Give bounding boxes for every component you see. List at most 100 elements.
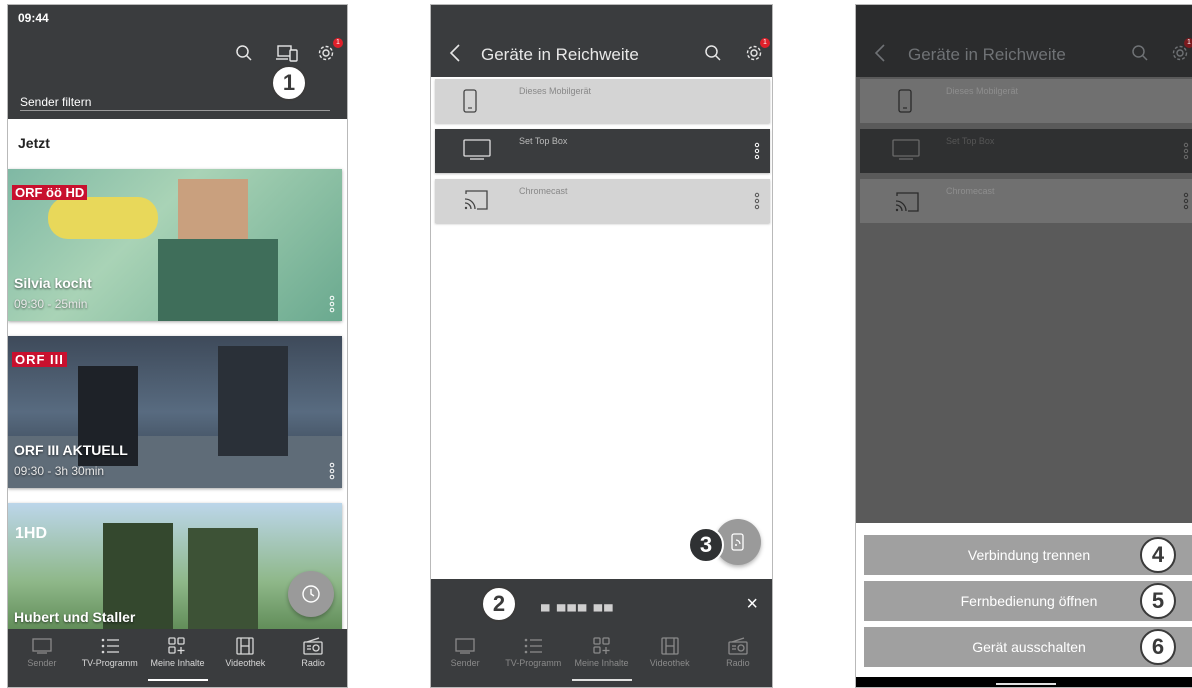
cast-icon (895, 192, 919, 212)
device-name: Dieses Mobilgerät (946, 86, 1019, 96)
close-icon[interactable]: × (746, 593, 758, 616)
channel-logo: ORF III (12, 352, 67, 367)
devices-icon[interactable] (276, 43, 298, 63)
nav-item-sender[interactable]: Sender (8, 629, 76, 687)
phone-screen-devices: Geräte in Reichweite 1 Dieses Mobilgerät… (430, 4, 773, 688)
notification-badge: 1 (1184, 38, 1192, 48)
presenter-figure (158, 239, 278, 321)
nav-label: Meine Inhalte (574, 658, 629, 668)
more-options-icon (1183, 192, 1189, 210)
nav-item-sender[interactable]: Sender (431, 629, 499, 687)
callout-marker: 3 (688, 527, 724, 563)
home-indicator (572, 679, 632, 681)
device-row-chromecast: Chromecast (860, 179, 1192, 223)
phone-icon (898, 89, 912, 113)
connected-device-bar[interactable]: 2 ▄ ▄▄▄ ▄▄ × (431, 579, 772, 629)
nav-label: Sender (27, 658, 57, 668)
remote-cast-icon (731, 533, 744, 551)
tv-icon (32, 638, 52, 654)
nav-label: TV-Programm (505, 658, 562, 668)
tv-icon (463, 139, 491, 160)
program-title: Hubert und Staller (14, 609, 136, 625)
show-logo-graphic (48, 197, 158, 239)
top-app-bar: 09:44 1 1 (8, 5, 347, 119)
tv-icon (892, 139, 920, 160)
nav-item-tv-programm[interactable]: TV-Programm (76, 629, 144, 687)
action-label: Gerät ausschalten (972, 639, 1086, 655)
program-time: 09:30 - 25min (14, 297, 88, 311)
grid-plus-icon (168, 637, 186, 654)
page-title: Geräte in Reichweite (908, 45, 1066, 64)
cast-icon (464, 190, 488, 210)
home-indicator (148, 679, 208, 681)
nav-label: Videothek (225, 658, 266, 668)
action-bottom-sheet: Verbindung trennen 4 Fernbedienung öffne… (856, 523, 1192, 687)
more-options-icon[interactable] (754, 142, 760, 160)
program-card[interactable]: ORF III ORF III AKTUELL 09:30 - 3h 30min (8, 336, 342, 488)
action-label: Fernbedienung öffnen (960, 593, 1098, 609)
callout-marker: 1 (271, 65, 307, 101)
nav-item-tv-programm[interactable]: TV-Programm (499, 629, 567, 687)
device-name: Dieses Mobilgerät (519, 86, 592, 96)
device-name: Chromecast (946, 186, 995, 196)
nav-label: Radio (301, 658, 325, 668)
device-name: Set Top Box (519, 136, 568, 146)
history-fab[interactable] (288, 571, 334, 617)
clock-icon (302, 585, 320, 603)
notification-badge: 1 (760, 38, 770, 48)
more-options-icon[interactable] (754, 192, 760, 210)
nav-label: Meine Inhalte (150, 658, 205, 668)
presenter-figure (188, 528, 258, 633)
nav-item-radio[interactable]: Radio (704, 629, 772, 687)
program-time: 09:30 - 3h 30min (14, 464, 105, 478)
more-options-icon (1183, 142, 1189, 160)
callout-marker: 6 (1140, 629, 1176, 665)
phone-icon (463, 89, 477, 113)
nav-item-radio[interactable]: Radio (279, 629, 347, 687)
presenter-figure (218, 346, 288, 456)
channel-logo: 1HD (15, 525, 48, 542)
film-icon (661, 637, 679, 655)
device-row-chromecast[interactable]: Chromecast (435, 179, 770, 223)
back-arrow-icon (870, 43, 890, 63)
program-title: ORF III AKTUELL (14, 442, 128, 458)
phone-screen-channel-list: 09:44 1 1 Jetzt ORF öö HD Silvia kocht 0… (7, 4, 348, 688)
search-icon[interactable] (703, 43, 723, 63)
list-icon (101, 638, 119, 654)
more-options-icon[interactable] (328, 462, 336, 480)
search-icon[interactable] (234, 43, 254, 63)
page-title: Geräte in Reichweite (481, 45, 639, 64)
home-indicator (996, 683, 1056, 685)
nav-item-videothek[interactable]: Videothek (211, 629, 279, 687)
device-row-mobile[interactable]: Dieses Mobilgerät (435, 79, 770, 123)
search-icon (1130, 43, 1150, 63)
tv-icon (455, 638, 475, 654)
radio-icon (303, 637, 323, 655)
film-icon (236, 637, 254, 655)
back-arrow-icon[interactable] (445, 43, 465, 63)
program-title: Silvia kocht (14, 275, 92, 291)
device-name: Chromecast (519, 186, 568, 196)
radio-icon (728, 637, 748, 655)
system-nav-bar (856, 677, 1192, 687)
program-card[interactable]: 1HD Hubert und Staller (8, 503, 342, 633)
list-icon (524, 638, 543, 654)
notification-badge: 1 (333, 38, 343, 48)
section-title: Jetzt (18, 135, 50, 151)
callout-marker: 4 (1140, 537, 1176, 573)
nav-label: Radio (726, 658, 750, 668)
device-name: Set Top Box (946, 136, 995, 146)
more-options-icon[interactable] (328, 295, 336, 313)
grid-plus-icon (592, 637, 610, 654)
nav-label: Sender (450, 658, 480, 668)
connected-device-name: ▄ ▄▄▄ ▄▄ (541, 597, 615, 611)
nav-item-videothek[interactable]: Videothek (636, 629, 704, 687)
device-row-mobile: Dieses Mobilgerät (860, 79, 1192, 123)
program-card[interactable]: ORF öö HD Silvia kocht 09:30 - 25min (8, 169, 342, 321)
channel-logo: ORF öö HD (12, 185, 88, 200)
device-row-set-top-box: Set Top Box (860, 129, 1192, 173)
top-app-bar: Geräte in Reichweite 1 (856, 5, 1192, 77)
phone-screen-device-actions: Geräte in Reichweite 1 Dieses Mobilgerät… (855, 4, 1192, 688)
device-row-set-top-box[interactable]: Set Top Box (435, 129, 770, 173)
callout-marker: 5 (1140, 583, 1176, 619)
